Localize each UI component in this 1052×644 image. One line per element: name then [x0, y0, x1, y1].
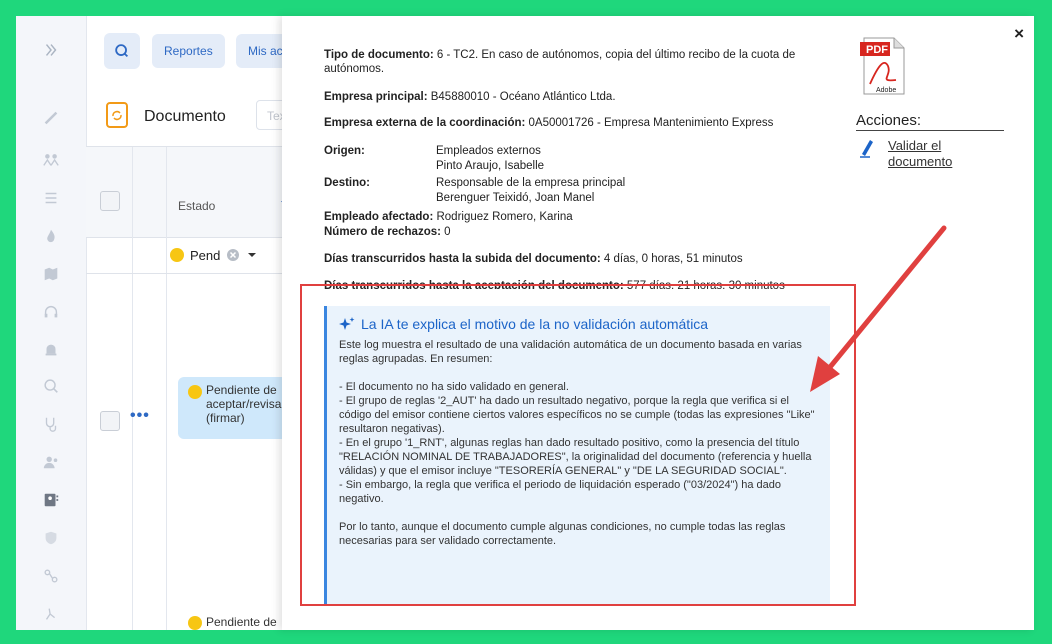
- empresa-principal: Empresa principal: B45880010 - Océano At…: [324, 91, 616, 103]
- clear-filter-icon[interactable]: [226, 248, 240, 262]
- pen-icon: [860, 140, 873, 158]
- column-divider: [166, 147, 167, 630]
- map-icon[interactable]: [16, 260, 86, 288]
- status-badge: Pendiente de: [178, 611, 298, 630]
- origen-line2: Pinto Araujo, Isabelle: [436, 160, 545, 172]
- list-icon[interactable]: [16, 184, 86, 212]
- adobe-label: Adobe: [876, 87, 896, 94]
- empresa-externa: Empresa externa de la coordinación: 0A50…: [324, 117, 774, 129]
- document-detail-modal: × Tipo de documento: 6 - TC2. En caso de…: [282, 16, 1034, 630]
- numero-rechazos: Número de rechazos: 0: [324, 226, 451, 238]
- status-filter-select[interactable]: Pend: [170, 243, 290, 267]
- acciones-title: Acciones:: [856, 112, 1004, 131]
- status-badge: Pendiente de aceptar/revisar (firmar): [178, 377, 298, 439]
- close-button[interactable]: ×: [1014, 24, 1024, 44]
- row-checkbox[interactable]: [100, 411, 120, 431]
- users-icon[interactable]: [16, 448, 86, 476]
- reportes-label: Reportes: [164, 44, 213, 58]
- sidebar: [16, 16, 87, 630]
- select-all-checkbox[interactable]: [100, 191, 120, 211]
- expand-icon[interactable]: [16, 36, 86, 64]
- stethoscope-icon[interactable]: [16, 410, 86, 438]
- document-icon: [106, 102, 128, 128]
- destino-line2: Berenguer Teixidó, Joan Manel: [436, 192, 595, 204]
- destino-line1: Responsable de la empresa principal: [436, 177, 626, 189]
- pending-dot-icon: [188, 616, 202, 630]
- validar-documento-link[interactable]: Validar el documento: [888, 138, 978, 170]
- contacts-icon[interactable]: [16, 486, 86, 514]
- workflow-icon[interactable]: [16, 562, 86, 590]
- row-actions-button[interactable]: •••: [130, 407, 150, 425]
- ruler-icon[interactable]: [16, 104, 86, 132]
- dias-subida: Días transcurridos hasta la subida del d…: [324, 253, 743, 265]
- origen-line1: Empleados externos: [436, 145, 541, 157]
- ia-body-text: Este log muestra el resultado de una val…: [339, 339, 815, 547]
- sparkle-icon: [339, 317, 355, 330]
- ia-title: La IA te explica el motivo de la no vali…: [339, 316, 818, 332]
- dias-aceptacion: Días transcurridos hasta la aceptación d…: [324, 280, 785, 289]
- chevron-down-icon[interactable]: [246, 249, 258, 261]
- pending-dot-icon: [170, 248, 184, 262]
- tipo-documento: Tipo de documento: 6 - TC2. En caso de a…: [324, 49, 796, 75]
- flame-icon[interactable]: [16, 222, 86, 250]
- column-divider: [132, 147, 133, 630]
- origen-label: Origen:: [324, 145, 365, 157]
- page-title: Documento: [144, 108, 226, 125]
- reportes-button[interactable]: Reportes: [152, 34, 225, 68]
- pending-dot-icon: [188, 385, 202, 399]
- search-icon: [115, 44, 129, 58]
- status-column-header: Estado: [178, 199, 216, 213]
- destino-label: Destino:: [324, 177, 370, 189]
- pdf-icon[interactable]: PDF Adobe: [858, 36, 908, 96]
- status-filter-value: Pend: [190, 247, 221, 263]
- row1-status-label: Pendiente de aceptar/revisar (firmar): [206, 383, 286, 425]
- bell-icon[interactable]: [16, 336, 86, 364]
- ia-title-text: La IA te explica el motivo de la no vali…: [361, 316, 709, 332]
- headset-icon[interactable]: [16, 298, 86, 326]
- search-button[interactable]: [104, 33, 140, 69]
- shield-icon[interactable]: [16, 524, 86, 552]
- ia-explanation-box: La IA te explica el motivo de la no vali…: [324, 306, 830, 606]
- person-walk-icon[interactable]: [16, 600, 86, 628]
- empleado-afectado: Empleado afectado: Rodriguez Romero, Kar…: [324, 211, 573, 223]
- pdf-label: PDF: [866, 44, 888, 56]
- row2-status-label: Pendiente de: [206, 615, 277, 629]
- people-icon[interactable]: [16, 146, 86, 174]
- chart-search-icon[interactable]: [16, 372, 86, 400]
